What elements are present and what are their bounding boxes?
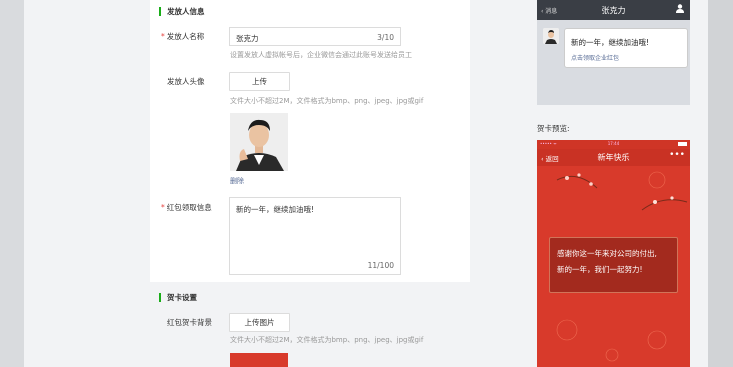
message-value: 新的一年，继续加油哦! bbox=[236, 205, 315, 214]
card-section-title: 贺卡设置 bbox=[159, 292, 197, 303]
greeting-line-1: 感谢你这一年来对公司的付出, bbox=[557, 249, 657, 258]
message-counter: 11/100 bbox=[367, 261, 394, 270]
card-background-label: 红包贺卡背景 bbox=[167, 318, 212, 327]
sender-name-input[interactable]: 张克力 3/10 bbox=[229, 27, 401, 46]
required-mark: * bbox=[161, 32, 165, 41]
card-preview-navbar: ‹ 返回 新年快乐 ••• bbox=[537, 149, 690, 166]
claim-link[interactable]: 点击领取企业红包 bbox=[571, 53, 619, 62]
person-icon bbox=[676, 4, 684, 15]
card-preview-statusbar: ••••• ᯤ 17:44 bbox=[537, 140, 690, 149]
chat-avatar bbox=[543, 28, 559, 44]
sender-name-counter: 3/10 bbox=[377, 33, 394, 42]
greeting-line-2: 新的一年，我们一起努力! bbox=[557, 265, 643, 274]
required-mark: * bbox=[161, 203, 165, 212]
message-label-text: 红包领取信息 bbox=[166, 203, 212, 212]
chat-preview-navbar: ‹ 消息 张克力 bbox=[537, 0, 690, 20]
chat-title: 张克力 bbox=[601, 6, 626, 15]
card-background-thumbnail bbox=[230, 353, 288, 367]
right-gutter bbox=[708, 0, 733, 367]
card-background-hint: 文件大小不超过2M，文件格式为bmp、png、jpeg、jpg或gif bbox=[230, 336, 424, 344]
card-preview-label: 贺卡预览: bbox=[537, 124, 570, 133]
card-preview: ••••• ᯤ 17:44 ‹ 返回 新年快乐 ••• 感谢你这一年来对公司的付… bbox=[537, 140, 690, 367]
sender-name-hint: 设置发放人虚拟帐号后，企业微信会通过此账号发送给员工 bbox=[230, 51, 412, 59]
sender-avatar-label: 发放人头像 bbox=[167, 77, 205, 86]
upload-avatar-button[interactable]: 上传 bbox=[229, 72, 290, 91]
sender-avatar-image bbox=[230, 113, 288, 171]
message-label: * 红包领取信息 bbox=[161, 202, 212, 213]
greeting-box: 感谢你这一年来对公司的付出, 新的一年，我们一起努力! bbox=[549, 237, 678, 293]
sender-name-label-text: 发放人名称 bbox=[166, 32, 205, 41]
status-time: 17:44 bbox=[607, 141, 620, 146]
sender-avatar-hint: 文件大小不超过2M，文件格式为bmp、png、jpeg、jpg或gif bbox=[230, 97, 424, 105]
upload-image-button[interactable]: 上传图片 bbox=[229, 313, 290, 332]
more-icon: ••• bbox=[669, 150, 685, 160]
chat-bubble: 新的一年，继续加油哦! 点击领取企业红包 bbox=[564, 28, 688, 68]
card-title: 新年快乐 bbox=[597, 153, 630, 162]
delete-avatar-link[interactable]: 删除 bbox=[230, 176, 244, 186]
message-textarea[interactable]: 新的一年，继续加油哦! 11/100 bbox=[229, 197, 401, 275]
sender-name-label: * 发放人名称 bbox=[161, 31, 204, 42]
chat-preview: ‹ 消息 张克力 新的一年，继续加油哦! 点击领取企业红包 bbox=[537, 0, 690, 105]
battery-icon bbox=[678, 142, 687, 146]
chat-message: 新的一年，继续加油哦! bbox=[571, 38, 650, 47]
sender-section-title: 发放人信息 bbox=[159, 6, 205, 17]
sender-name-value: 张克力 bbox=[236, 34, 259, 43]
